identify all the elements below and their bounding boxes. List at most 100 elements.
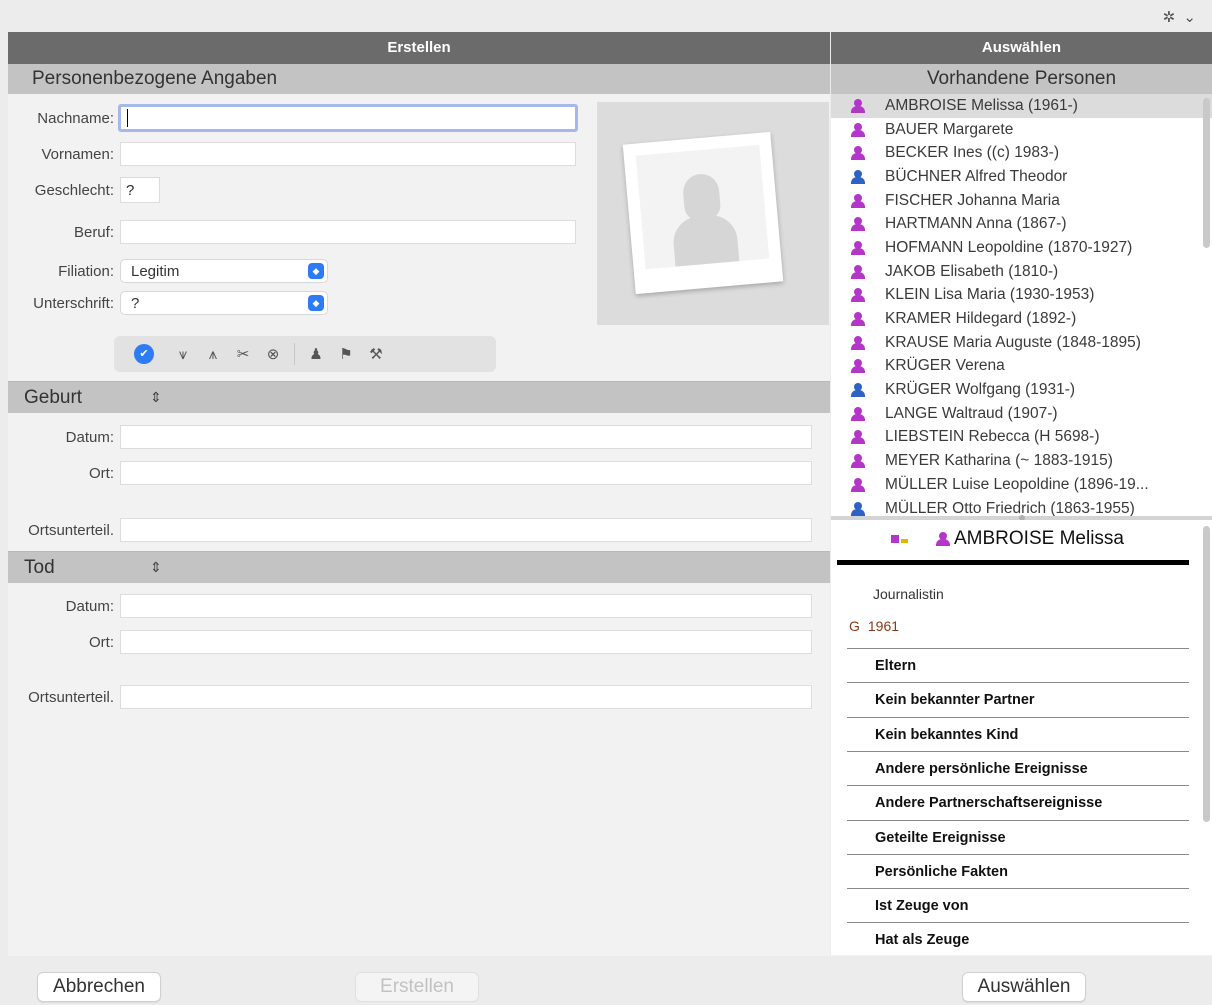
detail-section-item[interactable]: Ist Zeuge von bbox=[875, 898, 968, 914]
person-name: BECKER Ines ((c) 1983-) bbox=[885, 144, 1059, 162]
female-person-icon bbox=[851, 406, 865, 421]
beruf-row: Beruf: bbox=[8, 219, 576, 245]
photo-placeholder bbox=[622, 131, 784, 295]
female-person-icon bbox=[851, 454, 865, 469]
person-list-item[interactable]: KRÜGER Wolfgang (1931-) bbox=[831, 378, 1212, 402]
person-list-item[interactable]: AMBROISE Melissa (1961-) bbox=[831, 94, 1212, 118]
detail-section-item[interactable]: Andere persönliche Ereignisse bbox=[875, 761, 1088, 777]
male-person-icon bbox=[851, 501, 865, 516]
person-list-item[interactable]: KRAMER Hildegard (1892-) bbox=[831, 307, 1212, 331]
birth-ortsunterteil-label: Ortsunterteil. bbox=[28, 521, 114, 539]
person-list[interactable]: AMBROISE Melissa (1961-) BAUER Margarete B… bbox=[831, 94, 1212, 516]
death-section-header[interactable]: Tod ⇕ bbox=[8, 551, 830, 583]
female-person-icon bbox=[851, 240, 865, 255]
person-name: AMBROISE Melissa (1961-) bbox=[885, 96, 1078, 114]
text-caret bbox=[127, 109, 128, 127]
cancel-button[interactable]: Abbrechen bbox=[37, 972, 161, 1002]
death-ortsunterteil-label: Ortsunterteil. bbox=[28, 688, 114, 706]
birth-ort-label: Ort: bbox=[89, 464, 114, 482]
beruf-input[interactable] bbox=[120, 220, 576, 244]
unlink-parents-icon[interactable]: ⩚ bbox=[198, 346, 228, 363]
detach-icon[interactable]: ⊗ bbox=[258, 345, 288, 363]
gear-menu-button[interactable]: ✲ ⌄ bbox=[1163, 8, 1198, 26]
beruf-label: Beruf: bbox=[73, 223, 114, 241]
person-rows: AMBROISE Melissa (1961-) BAUER Margarete B… bbox=[831, 94, 1212, 516]
select-button[interactable]: Auswählen bbox=[962, 972, 1086, 1002]
updown-arrows-icon: ◆ bbox=[308, 263, 324, 279]
detail-section-item[interactable]: Geteilte Ereignisse bbox=[875, 830, 1006, 846]
person-list-item[interactable]: HARTMANN Anna (1867-) bbox=[831, 212, 1212, 236]
list-scrollbar[interactable] bbox=[1203, 98, 1210, 248]
death-datum-row: Datum: bbox=[8, 593, 812, 619]
person-list-item[interactable]: KRAUSE Maria Auguste (1848-1895) bbox=[831, 331, 1212, 355]
person-name: KRAUSE Maria Auguste (1848-1895) bbox=[885, 333, 1141, 351]
nachname-input[interactable] bbox=[118, 104, 578, 132]
geschlecht-field[interactable]: ? bbox=[120, 177, 160, 203]
person-name: HARTMANN Anna (1867-) bbox=[885, 215, 1067, 233]
section-divider bbox=[847, 785, 1189, 787]
filiation-select[interactable]: Legitim ◆ bbox=[120, 259, 328, 283]
flag-icon[interactable]: ⚑ bbox=[331, 345, 361, 363]
scissors-icon[interactable]: ✂ bbox=[228, 345, 258, 363]
bottom-bar: Abbrechen Erstellen Auswählen bbox=[0, 956, 1212, 1005]
person-list-item[interactable]: JAKOB Elisabeth (1810-) bbox=[831, 260, 1212, 284]
section-divider bbox=[847, 888, 1189, 890]
person-list-item[interactable]: HOFMANN Leopoldine (1870-1927) bbox=[831, 236, 1212, 260]
checkmark-icon[interactable]: ✔ bbox=[134, 344, 154, 364]
gear-icon: ✲ bbox=[1162, 9, 1178, 26]
person-list-item[interactable]: FISCHER Johanna Maria bbox=[831, 189, 1212, 213]
detail-section-item[interactable]: Kein bekanntes Kind bbox=[875, 727, 1018, 743]
birth-datum-label: Datum: bbox=[65, 428, 114, 446]
death-datum-label: Datum: bbox=[65, 597, 114, 615]
detail-section-item[interactable]: Andere Partnerschaftsereignisse bbox=[875, 795, 1102, 811]
detail-scrollbar[interactable] bbox=[1203, 526, 1210, 822]
birth-ortsunterteil-input[interactable] bbox=[120, 518, 812, 542]
vornamen-label: Vornamen: bbox=[41, 145, 114, 163]
person-name: HOFMANN Leopoldine (1870-1927) bbox=[885, 238, 1133, 256]
person-name: KRÜGER Verena bbox=[885, 357, 1005, 375]
person-list-item[interactable]: MEYER Katharina (~ 1883-1915) bbox=[831, 449, 1212, 473]
top-toolbar: ✲ ⌄ bbox=[0, 0, 1212, 32]
birth-ort-input[interactable] bbox=[120, 461, 812, 485]
female-person-icon bbox=[851, 146, 865, 161]
detail-section-item[interactable]: Persönliche Fakten bbox=[875, 864, 1008, 880]
person-list-item[interactable]: LANGE Waltraud (1907-) bbox=[831, 402, 1212, 426]
detail-section-item[interactable]: Hat als Zeuge bbox=[875, 932, 969, 948]
person-list-item[interactable]: KRÜGER Verena bbox=[831, 355, 1212, 379]
photo-well[interactable] bbox=[597, 102, 829, 325]
birth-datum-input[interactable] bbox=[120, 425, 812, 449]
death-ort-input[interactable] bbox=[120, 630, 812, 654]
color-tag-icon bbox=[901, 539, 908, 543]
updown-arrows-icon: ◆ bbox=[308, 295, 324, 311]
create-button[interactable]: Erstellen bbox=[355, 972, 479, 1002]
nachname-row: Nachname: bbox=[8, 104, 578, 132]
death-datum-input[interactable] bbox=[120, 594, 812, 618]
person-list-item[interactable]: KLEIN Lisa Maria (1930-1953) bbox=[831, 284, 1212, 308]
person-list-item[interactable]: BÜCHNER Alfred Theodor bbox=[831, 165, 1212, 189]
section-divider bbox=[847, 819, 1189, 821]
link-parents-icon[interactable]: ⩛ bbox=[168, 346, 198, 363]
person-name: BÜCHNER Alfred Theodor bbox=[885, 167, 1068, 185]
person-list-item[interactable]: LIEBSTEIN Rebecca (H 5698-) bbox=[831, 426, 1212, 450]
vornamen-input[interactable] bbox=[120, 142, 576, 166]
person-list-item[interactable]: BECKER Ines ((c) 1983-) bbox=[831, 141, 1212, 165]
female-person-icon bbox=[851, 122, 865, 137]
detail-divider bbox=[837, 560, 1189, 565]
person-detail: AMBROISE Melissa Journalistin G 1961 Elte… bbox=[831, 520, 1212, 955]
detail-section-item[interactable]: Kein bekannter Partner bbox=[875, 692, 1035, 708]
app-window: ✲ ⌄ Erstellen Personenbezogene Angaben N… bbox=[0, 0, 1212, 1005]
birth-section-header[interactable]: Geburt ⇕ bbox=[8, 381, 830, 413]
death-ortsunterteil-input[interactable] bbox=[120, 685, 812, 709]
person-list-item[interactable]: BAUER Margarete bbox=[831, 118, 1212, 142]
unterschrift-select[interactable]: ? ◆ bbox=[120, 291, 328, 315]
color-tag-icon bbox=[891, 535, 899, 543]
person-icon[interactable]: ♟ bbox=[301, 345, 331, 363]
person-list-item[interactable]: MÜLLER Luise Leopoldine (1896-19... bbox=[831, 473, 1212, 497]
silhouette-shoulders bbox=[671, 213, 740, 269]
birth-datum-row: Datum: bbox=[8, 424, 812, 450]
person-name: MÜLLER Otto Friedrich (1863-1955) bbox=[885, 499, 1135, 516]
person-list-item[interactable]: MÜLLER Otto Friedrich (1863-1955) bbox=[831, 497, 1212, 516]
detail-section-item[interactable]: Eltern bbox=[875, 658, 916, 674]
hammer-icon[interactable]: ⚒ bbox=[361, 345, 391, 363]
birth-section-title: Geburt bbox=[24, 386, 83, 408]
